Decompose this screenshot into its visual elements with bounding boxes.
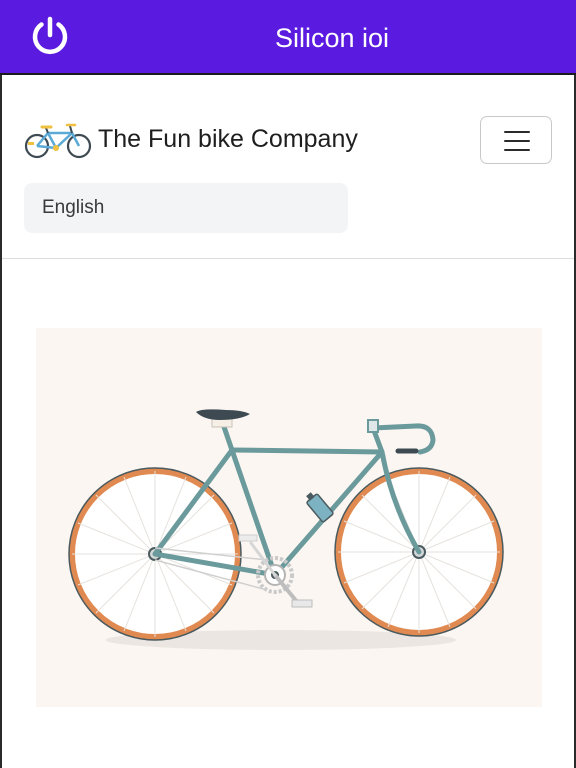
app-titlebar: Silicon ioi [0, 0, 576, 75]
hero-bicycle-image [36, 328, 542, 707]
bicycle-logo-icon [24, 115, 92, 163]
water-bottle [306, 492, 334, 523]
language-select[interactable]: English [24, 183, 348, 233]
browser-content: The Fun bike Company English [0, 75, 576, 768]
bicycle-illustration [68, 409, 504, 650]
brand-link[interactable]: The Fun bike Company [24, 115, 358, 163]
hamburger-menu-icon [504, 131, 530, 151]
brand-name: The Fun bike Company [98, 124, 358, 153]
menu-toggle-button[interactable] [480, 116, 552, 164]
site-navbar: The Fun bike Company English [2, 75, 574, 259]
window-title: Silicon ioi [274, 23, 390, 53]
